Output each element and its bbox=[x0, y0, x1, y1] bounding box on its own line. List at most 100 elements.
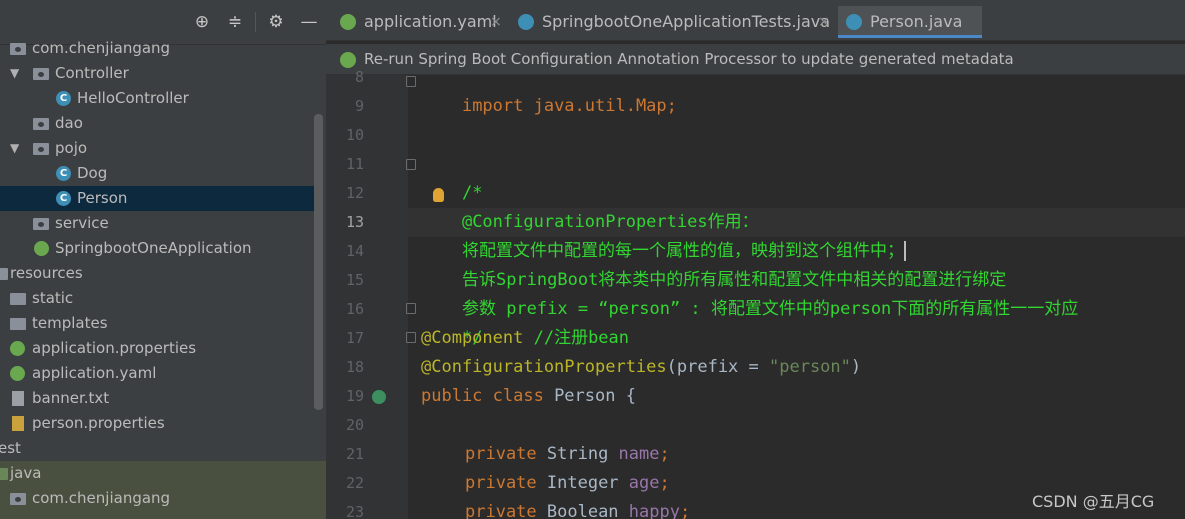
fold-marker-icon[interactable] bbox=[406, 303, 416, 314]
semicolon-token: ; bbox=[659, 444, 670, 464]
tree-item-spring-class[interactable]: SpringbootOneApplication bbox=[0, 236, 314, 261]
code-text: 参数 prefix = “person” : 将配置文件中的person下面的所… bbox=[461, 299, 1079, 319]
gear-icon[interactable]: ⚙ bbox=[265, 11, 287, 33]
semicolon-token: ; bbox=[659, 473, 670, 493]
tree-item-file[interactable]: banner.txt bbox=[0, 386, 314, 411]
tree-item-label: com.chenjiangang bbox=[32, 489, 171, 507]
tree-item-partial[interactable] bbox=[0, 511, 326, 519]
line-number: 20 bbox=[345, 416, 364, 434]
tree-scrollbar[interactable] bbox=[314, 114, 323, 410]
tree-item-label: SpringbootOneApplication bbox=[55, 239, 252, 257]
tree-item-folder[interactable]: resources bbox=[0, 261, 314, 286]
keyword-token: private bbox=[465, 473, 547, 493]
text-file-icon bbox=[12, 391, 24, 406]
line-number: 18 bbox=[345, 358, 364, 376]
line-number: 9 bbox=[354, 97, 364, 115]
test-source-folder-icon bbox=[0, 468, 8, 480]
class-icon: C bbox=[56, 91, 71, 106]
tree-item-package[interactable]: ▼ pojo bbox=[0, 136, 314, 161]
fold-marker-icon[interactable] bbox=[406, 76, 416, 87]
spring-bean-gutter-icon[interactable] bbox=[372, 390, 386, 404]
class-name-token: Person { bbox=[554, 386, 636, 406]
tree-item-label: HelloController bbox=[77, 89, 189, 107]
fold-marker-icon[interactable] bbox=[406, 332, 416, 343]
tree-item-folder[interactable]: templates bbox=[0, 311, 314, 336]
line-number: 12 bbox=[345, 184, 364, 202]
tree-item-package[interactable]: com.chenjiangang bbox=[0, 36, 314, 61]
tab-label: application.yaml bbox=[364, 12, 497, 31]
tree-item-package[interactable]: com.chenjiangang bbox=[0, 486, 326, 511]
tree-item-label: est bbox=[0, 439, 21, 457]
code-token: (prefix = bbox=[666, 357, 769, 377]
folder-icon bbox=[0, 268, 8, 280]
tree-item-file[interactable]: application.properties bbox=[0, 336, 314, 361]
type-token: Integer bbox=[546, 473, 629, 493]
expand-arrow-icon[interactable]: ▼ bbox=[10, 136, 22, 161]
close-icon[interactable]: × bbox=[818, 6, 830, 38]
tab-person-java[interactable]: Person.java bbox=[838, 6, 982, 38]
watermark: CSDN @五月CG bbox=[1032, 492, 1155, 511]
keyword-token: private bbox=[465, 502, 547, 519]
tree-item-class-selected[interactable]: C Person bbox=[0, 186, 314, 211]
tree-item-package[interactable]: service bbox=[0, 211, 314, 236]
spring-config-file-icon bbox=[10, 366, 25, 381]
spring-boot-icon bbox=[34, 241, 49, 256]
tree-item-label: java bbox=[10, 464, 42, 482]
tree-item-package[interactable]: dao bbox=[0, 111, 314, 136]
line-number: 8 bbox=[354, 68, 364, 86]
code-line-19[interactable]: public class Person { bbox=[421, 382, 636, 411]
tree-item-class[interactable]: C Dog bbox=[0, 161, 314, 186]
code-line-21[interactable]: private String name; bbox=[465, 440, 670, 469]
tree-item-package[interactable]: ▼ Controller bbox=[0, 61, 314, 86]
code-line-15[interactable]: 参数 prefix = “person” : 将配置文件中的person下面的所… bbox=[421, 266, 1078, 319]
collapse-icon[interactable]: ≑ bbox=[224, 11, 246, 33]
line-number: 16 bbox=[345, 300, 364, 318]
fold-marker-icon[interactable] bbox=[406, 159, 416, 170]
tab-label: SpringbootOneApplicationTests.java bbox=[542, 12, 831, 31]
code-token: ) bbox=[850, 357, 862, 377]
line-number: 17 bbox=[345, 329, 364, 347]
test-class-icon bbox=[518, 14, 534, 30]
close-icon[interactable]: × bbox=[490, 6, 502, 38]
expand-arrow-icon[interactable]: ▼ bbox=[10, 61, 22, 86]
tree-item-label: banner.txt bbox=[32, 389, 110, 407]
line-number: 10 bbox=[345, 126, 364, 144]
tree-item-label: dao bbox=[55, 114, 83, 132]
tree-item-folder[interactable]: java bbox=[0, 461, 326, 486]
toolbar-divider bbox=[255, 12, 256, 32]
field-token: name bbox=[618, 444, 660, 464]
code-line-17[interactable]: @Component //注册bean bbox=[421, 324, 629, 353]
code-line-12[interactable]: @ConfigurationProperties作用： bbox=[421, 179, 759, 232]
spring-config-file-icon bbox=[340, 14, 356, 30]
line-number: 21 bbox=[345, 445, 364, 463]
tab-application-yaml[interactable]: application.yaml × bbox=[332, 6, 504, 38]
tab-springboot-tests[interactable]: SpringbootOneApplicationTests.java × bbox=[510, 6, 834, 38]
code-line-13[interactable]: 将配置文件中配置的每一个属性的值，映射到这个组件中； bbox=[421, 208, 906, 261]
properties-file-icon bbox=[12, 416, 24, 431]
code-line-8[interactable]: import java.util.Map; bbox=[421, 63, 677, 116]
tree-item-folder[interactable]: static bbox=[0, 286, 314, 311]
lightbulb-icon[interactable] bbox=[433, 188, 444, 202]
package-icon bbox=[33, 118, 49, 130]
tree-item-label: application.yaml bbox=[32, 364, 157, 382]
target-icon[interactable]: ⊕ bbox=[191, 11, 213, 33]
tree-item-folder[interactable]: est bbox=[0, 436, 314, 461]
type-token: Boolean bbox=[546, 502, 629, 519]
code-line-18[interactable]: @ConfigurationProperties(prefix = "perso… bbox=[421, 353, 861, 382]
tree-item-file[interactable]: application.yaml bbox=[0, 361, 314, 386]
tree-item-file[interactable]: person.properties bbox=[0, 411, 314, 436]
code-line-14[interactable]: 告诉SpringBoot将本类中的所有属性和配置文件中相关的配置进行绑定 bbox=[421, 237, 1006, 290]
code-line-22[interactable]: private Integer age; bbox=[465, 469, 670, 498]
code-text: import java.util.Map; bbox=[461, 96, 677, 116]
annotation-token: @ConfigurationProperties bbox=[421, 357, 667, 377]
code-line-16[interactable]: */ bbox=[421, 295, 482, 348]
keyword-token: private bbox=[465, 444, 547, 464]
folder-icon bbox=[10, 318, 26, 330]
minimize-icon[interactable]: — bbox=[298, 11, 320, 33]
code-line-11[interactable]: /* bbox=[421, 150, 482, 203]
annotation-token: @Component bbox=[421, 328, 524, 348]
tree-item-class[interactable]: C HelloController bbox=[0, 86, 314, 111]
code-line-23[interactable]: private Boolean happy; bbox=[465, 498, 690, 519]
tree-item-label: service bbox=[55, 214, 109, 232]
line-number-current: 13 bbox=[345, 213, 364, 231]
